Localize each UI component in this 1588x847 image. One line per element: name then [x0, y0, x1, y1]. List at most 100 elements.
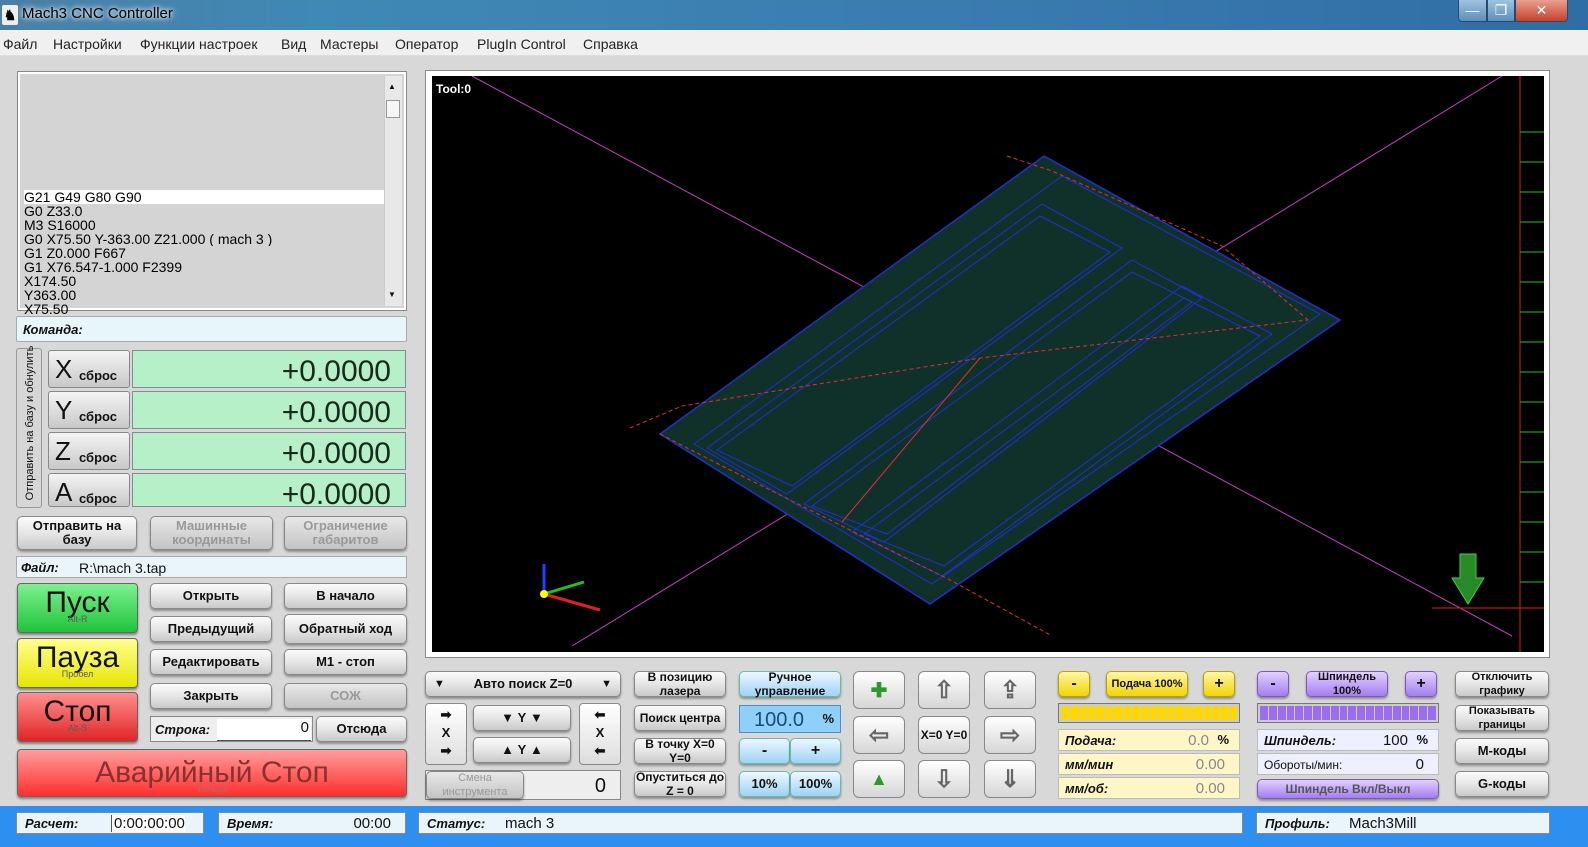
gcode-listing[interactable]: G21 G49 G80 G90 G0 Z33.0 M3 S16000 G0 X7…: [17, 71, 407, 316]
reset-z-button[interactable]: Zсброс: [48, 432, 130, 470]
jog-rate-field[interactable]: 100.0 %: [739, 705, 841, 733]
side-tab-ref-all[interactable]: Отправить на базу и обнулить: [16, 346, 42, 508]
reverse-button[interactable]: Обратный ход: [284, 614, 407, 644]
feed-minus-button[interactable]: -: [1058, 671, 1090, 697]
jog-rate-plus-button[interactable]: +: [790, 738, 841, 764]
menu-help[interactable]: Справка: [583, 36, 638, 52]
spindle-toggle-button[interactable]: Шпиндель Вкл/Выкл: [1257, 779, 1439, 799]
reset-label: сброс: [79, 409, 118, 424]
feed-value[interactable]: 0.0: [1188, 732, 1209, 749]
jog-y-down-button[interactable]: ⇩: [918, 760, 970, 798]
feed-unit: %: [1217, 732, 1229, 747]
menu-view[interactable]: Вид: [281, 36, 306, 52]
app-icon[interactable]: ♞: [2, 5, 18, 25]
jog-100-button[interactable]: 100%: [790, 771, 841, 797]
profile-field: Профиль: Mach3Mill: [1256, 812, 1550, 834]
spindle-plus-button[interactable]: +: [1405, 671, 1437, 697]
spindle-minus-button[interactable]: -: [1257, 671, 1289, 697]
dro-z[interactable]: +0.0000: [132, 432, 406, 470]
command-input[interactable]: Команда:: [16, 316, 407, 342]
menu-config-functions[interactable]: Функции настроек: [140, 36, 257, 52]
spindle-value[interactable]: 100: [1383, 732, 1408, 749]
feed-plus-button[interactable]: +: [1203, 671, 1235, 697]
jog-a-plus-button[interactable]: ✚: [853, 671, 905, 709]
mcodes-button[interactable]: M-коды: [1455, 738, 1549, 764]
reset-a-button[interactable]: Aсброс: [48, 473, 130, 507]
menu-settings[interactable]: Настройки: [53, 36, 122, 52]
dro-y[interactable]: +0.0000: [132, 391, 406, 429]
gcode-scrollbar[interactable]: ▲ ▼: [384, 76, 402, 306]
jog-10-button[interactable]: 10%: [739, 771, 790, 797]
goto-laser-button[interactable]: В позицию лазера: [634, 670, 726, 698]
goto-zero-button[interactable]: В точку X=0 Y=0: [634, 737, 726, 765]
dro-a-value: +0.0000: [281, 478, 391, 511]
manual-mode-button[interactable]: Ручное управление: [739, 670, 841, 698]
feed-reset-button[interactable]: Подача 100%: [1106, 671, 1188, 697]
arrow-down-icon: ▼: [601, 678, 612, 690]
jog-z-down-button[interactable]: ⇓: [984, 760, 1036, 798]
jog-y-minus-button[interactable]: ▲ Y ▲: [473, 737, 571, 763]
jog-x-right-button[interactable]: ⇨: [984, 716, 1036, 754]
arrow-up-icon: ▲: [529, 742, 543, 757]
menu-plugin-control[interactable]: PlugIn Control: [477, 36, 566, 52]
machine-coords-button[interactable]: Машинные координаты: [150, 516, 273, 550]
menu-operator[interactable]: Оператор: [395, 36, 458, 52]
previous-button[interactable]: Предыдущий: [150, 616, 272, 642]
jog-y-up-button[interactable]: ⇧: [918, 671, 970, 709]
arrow-left-icon: ⬅: [594, 743, 606, 758]
dro-x[interactable]: +0.0000: [132, 350, 406, 388]
toolpath-viewport[interactable]: Tool:0: [425, 70, 1550, 658]
stop-button[interactable]: Стоп Alt-S: [17, 692, 138, 742]
reset-y-button[interactable]: Yсброс: [48, 391, 130, 429]
show-limits-button[interactable]: Показывать границы: [1455, 705, 1549, 731]
open-file-button[interactable]: Открыть: [150, 583, 272, 609]
estimate-field: Расчет: 0:00:00:00: [16, 812, 204, 834]
jog-y-plus-button[interactable]: ▼ Y ▼: [473, 705, 571, 731]
menu-wizards[interactable]: Мастеры: [320, 36, 379, 52]
tool-number[interactable]: 0: [595, 775, 606, 798]
gcodes-button[interactable]: G-коды: [1455, 771, 1549, 797]
arrow-down-icon: ▼: [501, 710, 515, 725]
minimize-button[interactable]: —: [1458, 0, 1487, 22]
dro-a[interactable]: +0.0000: [132, 473, 406, 511]
pause-button[interactable]: Пауза Пробел: [17, 638, 138, 688]
scroll-up-icon[interactable]: ▲: [388, 82, 396, 91]
close-file-button[interactable]: Закрыть: [150, 683, 272, 709]
coolant-button[interactable]: СОЖ: [284, 683, 407, 709]
jog-rate-minus-button[interactable]: -: [739, 738, 790, 764]
feed-mmmin-field: мм/мин 0.00: [1058, 753, 1240, 775]
edit-button[interactable]: Редактировать: [150, 649, 272, 675]
jog-x-minus-button[interactable]: ➡ X ➡: [425, 703, 467, 765]
send-home-button[interactable]: Отправить на базу: [17, 516, 137, 550]
spindle-override-bar[interactable]: [1257, 703, 1439, 723]
soft-limits-button[interactable]: Ограничение габаритов: [284, 516, 407, 550]
spindle-reset-button[interactable]: Шпиндель 100%: [1306, 671, 1388, 697]
rewind-button[interactable]: В начало: [284, 583, 407, 609]
menu-file[interactable]: Файл: [3, 36, 37, 52]
maximize-button[interactable]: ❐: [1487, 0, 1515, 22]
start-button[interactable]: Пуск Alt-R: [17, 583, 138, 633]
scroll-down-icon[interactable]: ▼: [388, 290, 396, 299]
scroll-thumb[interactable]: [386, 100, 400, 118]
run-from-here-button[interactable]: Отсюда: [316, 716, 407, 742]
close-button[interactable]: ✕: [1515, 0, 1568, 22]
toolpath-display: [471, 76, 1544, 652]
reset-x-button[interactable]: Xсброс: [48, 350, 130, 388]
jog-a-minus-button[interactable]: ▲: [853, 760, 905, 798]
feed-override-bar[interactable]: [1058, 703, 1240, 723]
emergency-stop-button[interactable]: Аварийный Стоп Тильда: [17, 749, 407, 797]
feed-label: Подача:: [1065, 733, 1117, 748]
auto-z-button[interactable]: ▼ Авто поиск Z=0 ▼: [425, 671, 621, 697]
jog-x-plus-button[interactable]: ⬅ X ⬅: [579, 703, 621, 765]
jog-x-left-button[interactable]: ⇦: [853, 716, 905, 754]
zero-xy-button[interactable]: X=0 Y=0: [918, 716, 970, 754]
rpm-value: 0: [1415, 756, 1424, 773]
m1-stop-button[interactable]: M1 - стоп: [284, 649, 407, 675]
disable-graphics-button[interactable]: Отключить графику: [1455, 671, 1549, 697]
line-input[interactable]: 0: [217, 719, 311, 741]
jog-z-up-button[interactable]: ⇪: [984, 671, 1036, 709]
lower-z0-button[interactable]: Опуститься до Z = 0: [634, 770, 726, 798]
stop-hotkey: Alt-S: [67, 723, 88, 733]
tool-change-button[interactable]: Смена инструмента: [426, 771, 524, 799]
find-center-button[interactable]: Поиск центра: [634, 705, 726, 731]
